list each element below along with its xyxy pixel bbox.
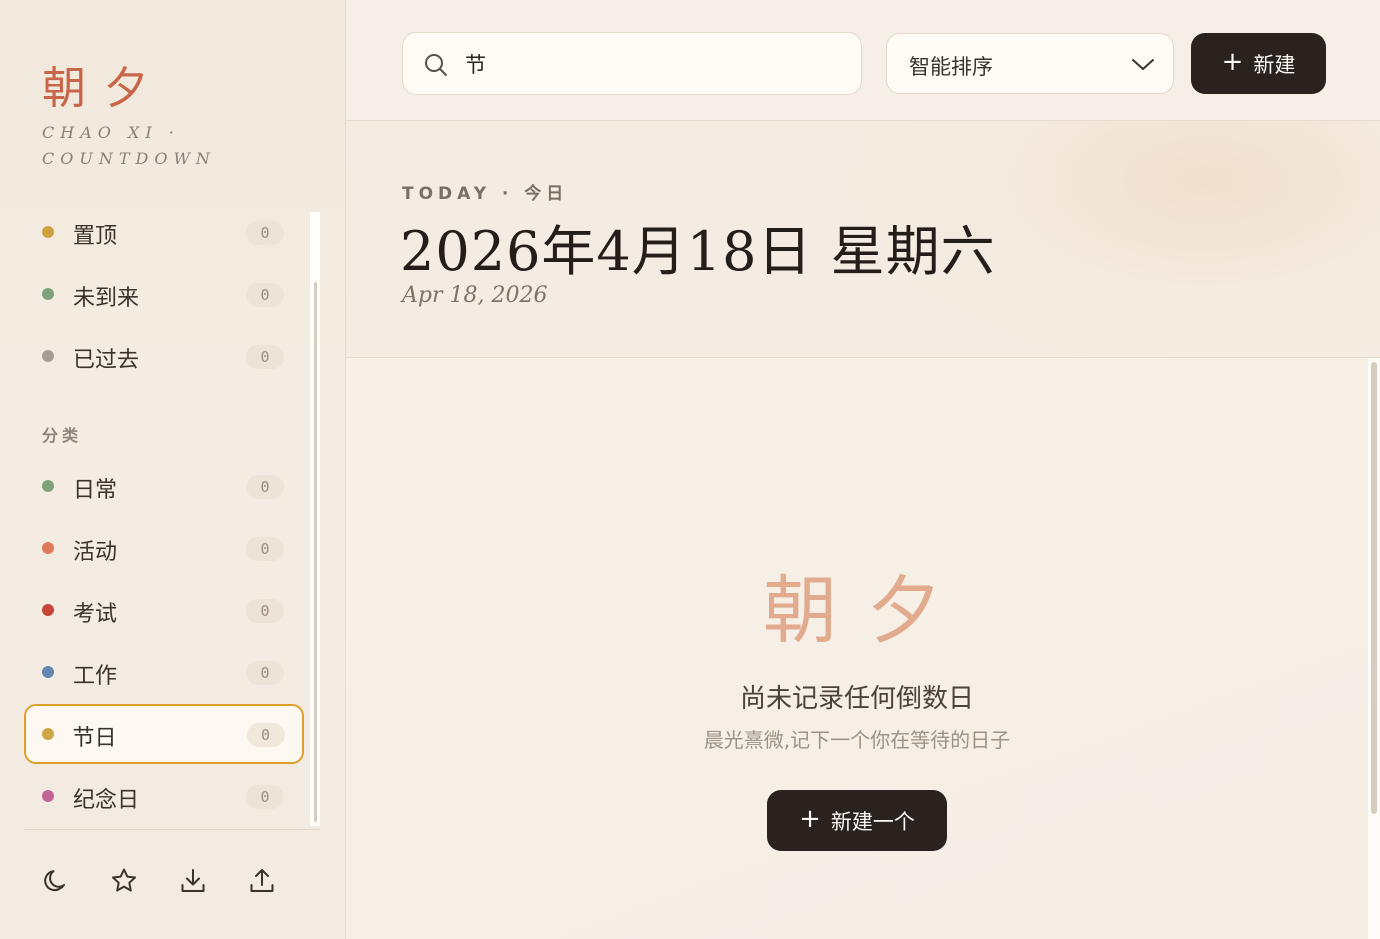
sidebar-item-label: 工作 [73, 664, 118, 689]
category-dot [42, 666, 54, 678]
count-badge: 0 [246, 283, 284, 307]
chevron-down-icon [1132, 59, 1154, 70]
count-badge: 0 [246, 537, 284, 561]
star-icon[interactable] [109, 866, 139, 896]
app-logo-subtitle: CHAO XI · COUNTDOWN [42, 123, 216, 168]
sidebar-item-label: 活动 [73, 540, 118, 565]
main-scrollbar-thumb[interactable] [1371, 362, 1377, 814]
plus-icon: + [1221, 46, 1244, 77]
create-first-button[interactable]: + 新建一个 [767, 790, 947, 851]
sidebar-scrollbar-thumb[interactable] [314, 282, 317, 822]
sidebar-item-work[interactable]: 工作 0 [24, 642, 304, 702]
count-badge: 0 [246, 475, 284, 499]
sidebar-item-label: 纪念日 [73, 788, 140, 813]
category-dot [42, 542, 54, 554]
sidebar-item-past[interactable]: 已过去 0 [24, 326, 304, 386]
count-badge: 0 [246, 599, 284, 623]
category-dot [42, 604, 54, 616]
today-label: TODAY · 今日 [402, 184, 569, 204]
count-badge: 0 [246, 785, 284, 809]
sidebar-item-label: 节日 [72, 725, 117, 751]
sidebar-item-activity[interactable]: 活动 0 [24, 518, 304, 578]
sort-select[interactable]: 智能排序 [886, 33, 1174, 94]
category-dot [42, 790, 54, 802]
category-dot [42, 480, 54, 492]
new-button-label: 新建 [1253, 52, 1296, 77]
sidebar-item-label: 考试 [73, 602, 118, 627]
sidebar-item-label: 未到来 [73, 286, 140, 311]
app-logo: 朝夕 [42, 63, 166, 114]
plus-icon: + [799, 803, 821, 834]
status-dot [42, 288, 54, 300]
category-dot [41, 727, 54, 740]
sidebar-item-label: 置顶 [73, 224, 118, 249]
count-badge: 0 [246, 345, 284, 369]
today-panel: TODAY · 今日 2026年4月18日 星期六 Apr 18, 2026 [346, 121, 1380, 358]
sidebar-item-daily[interactable]: 日常 0 [24, 456, 304, 516]
create-first-button-label: 新建一个 [830, 809, 915, 834]
sidebar-item-label: 已过去 [73, 348, 140, 373]
sidebar-item-anniversary[interactable]: 纪念日 0 [24, 766, 304, 826]
sidebar: 朝夕 CHAO XI · COUNTDOWN 置顶 0 未到来 0 已过去 0 … [0, 0, 346, 939]
today-date: 2026年4月18日 星期六 [400, 220, 996, 283]
upload-icon[interactable] [247, 866, 277, 896]
today-date-english: Apr 18, 2026 [402, 283, 548, 308]
empty-state-logo: 朝夕 [763, 568, 971, 654]
moon-icon[interactable] [40, 866, 70, 896]
category-section-title: 分类 [42, 426, 83, 445]
status-dot [42, 350, 54, 362]
top-toolbar: 智能排序 + 新建 [346, 0, 1380, 121]
count-badge: 0 [246, 722, 285, 747]
new-button[interactable]: + 新建 [1191, 33, 1326, 94]
sidebar-item-pinned[interactable]: 置顶 0 [24, 202, 304, 262]
status-dot [42, 226, 54, 238]
sidebar-item-label: 日常 [73, 478, 118, 503]
download-icon[interactable] [178, 866, 208, 896]
search-icon [425, 54, 447, 76]
sidebar-item-upcoming[interactable]: 未到来 0 [24, 264, 304, 324]
search-input[interactable] [465, 47, 845, 81]
empty-state-subtitle: 晨光熹微,记下一个你在等待的日子 [703, 728, 1011, 752]
empty-state-title: 尚未记录任何倒数日 [739, 684, 974, 714]
sidebar-item-exam[interactable]: 考试 0 [24, 580, 304, 640]
search-box[interactable] [402, 32, 862, 95]
sort-select-value: 智能排序 [909, 55, 993, 79]
count-badge: 0 [246, 221, 284, 245]
sidebar-item-holiday[interactable]: 节日 0 [24, 704, 304, 764]
main-content: 朝夕 尚未记录任何倒数日 晨光熹微,记下一个你在等待的日子 + 新建一个 [346, 358, 1368, 939]
sidebar-divider [24, 829, 320, 830]
count-badge: 0 [246, 661, 284, 685]
